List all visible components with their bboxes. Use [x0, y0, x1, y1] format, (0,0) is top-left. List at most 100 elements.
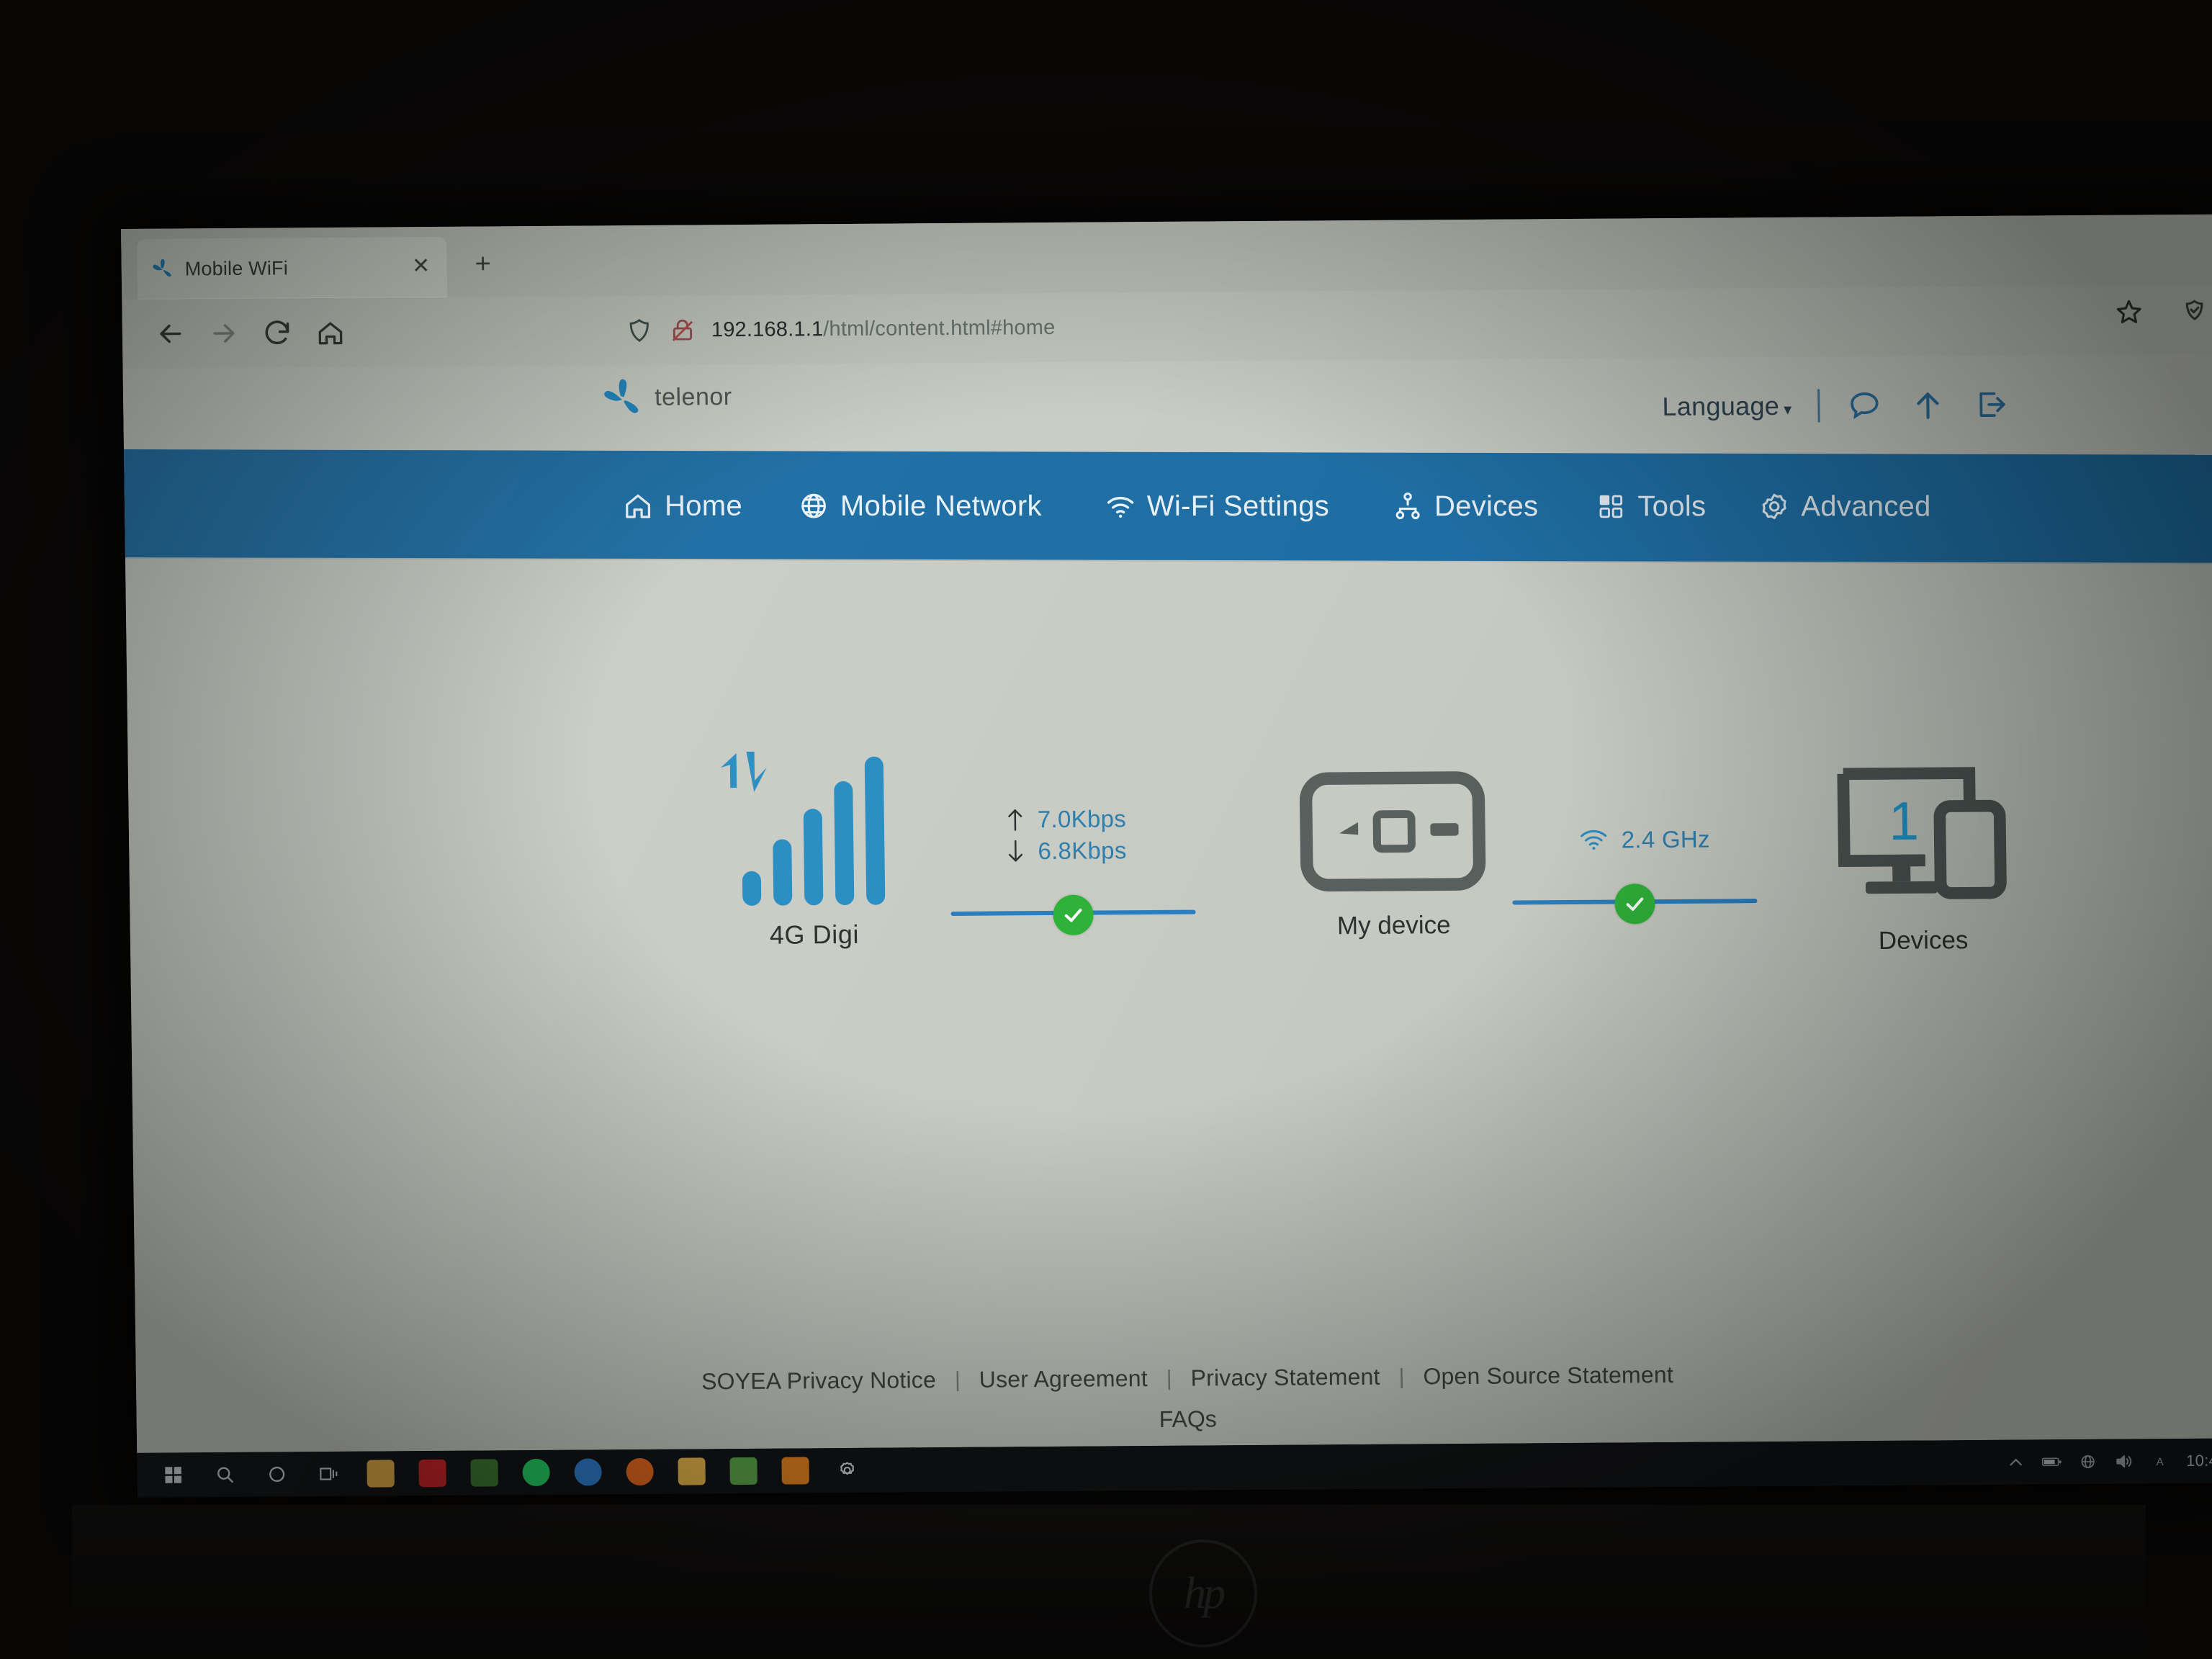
wifi-icon — [1107, 497, 1134, 518]
logout-icon[interactable] — [1972, 386, 2010, 423]
my-device-widget: My device — [1273, 770, 1513, 941]
taskbar-app[interactable] — [458, 1451, 511, 1494]
url-host: 192.168.1.1 — [711, 317, 824, 341]
taskbar-app[interactable] — [613, 1450, 666, 1493]
battery-icon[interactable] — [2042, 1452, 2062, 1472]
taskbar-app[interactable] — [665, 1449, 718, 1493]
insecure-lock-icon — [672, 319, 693, 341]
footer-link-open-source-statement[interactable]: Open Source Statement — [1404, 1362, 1692, 1390]
chevron-up-icon[interactable] — [2006, 1452, 2026, 1473]
my-device-label: My device — [1336, 911, 1451, 940]
connection-line — [950, 894, 1196, 935]
home-icon[interactable] — [303, 306, 357, 360]
chevron-down-icon: ▾ — [1783, 400, 1792, 418]
search-icon[interactable] — [199, 1453, 251, 1496]
sms-message-icon[interactable] — [1845, 387, 1884, 424]
taskbar-app[interactable] — [717, 1449, 770, 1493]
green-check-icon — [1614, 884, 1655, 925]
hp-logo: hp — [1149, 1539, 1257, 1647]
footer-link-privacy-statement[interactable]: Privacy Statement — [1172, 1364, 1399, 1392]
device-count: 1 — [1889, 791, 1920, 851]
input-method-icon[interactable]: A — [2150, 1451, 2170, 1471]
network-tree-icon — [1395, 492, 1420, 520]
laptop-bottom-bezel — [72, 1505, 2146, 1659]
star-icon[interactable] — [2112, 295, 2146, 328]
up-down-data-arrows-icon — [720, 751, 767, 792]
nav-item-mobile-network[interactable]: Mobile Network — [797, 490, 1042, 523]
house-icon — [626, 494, 651, 518]
signal-bar — [742, 871, 762, 906]
language-selector[interactable]: Language ▾ — [1662, 391, 1791, 422]
taskbar-app[interactable] — [562, 1450, 614, 1493]
upload-speed-value: 7.0Kbps — [1037, 805, 1127, 833]
nav-item-advanced[interactable]: Advanced — [1758, 490, 1931, 523]
back-arrow-icon[interactable] — [143, 307, 197, 361]
reload-icon[interactable] — [250, 306, 304, 360]
taskbar-app[interactable] — [821, 1449, 873, 1492]
divider — [1817, 389, 1820, 423]
nav-item-home[interactable]: Home — [621, 490, 742, 523]
globe-icon — [801, 493, 826, 518]
wifi-icon — [1581, 830, 1607, 850]
nav-label: Home — [664, 490, 743, 522]
extension-shield-icon[interactable] — [2178, 296, 2211, 328]
footer-link-soyea-privacy-notice[interactable]: SOYEA Privacy Notice — [683, 1367, 955, 1395]
connected-devices-widget[interactable]: 1 Devices — [1791, 760, 2054, 956]
taskbar-clock[interactable]: 10:46 — [2186, 1452, 2212, 1470]
close-icon[interactable]: ✕ — [408, 254, 433, 280]
nav-item-tools[interactable]: Tools — [1594, 490, 1706, 523]
taskbar-app[interactable] — [406, 1452, 459, 1495]
gear-icon — [1762, 493, 1786, 520]
home-dashboard: 4G Digi 7.0Kbps 6.8Kbps My device 2.4 GH… — [125, 543, 2212, 1205]
nav-item-devices[interactable]: Devices — [1391, 490, 1539, 523]
telenor-logo: telenor — [598, 374, 732, 420]
nav-label: Wi-Fi Settings — [1146, 490, 1330, 522]
wifi-band-value: 2.4 GHz — [1621, 825, 1711, 853]
forward-arrow-icon[interactable] — [197, 307, 251, 361]
download-speed: 6.8Kbps — [1006, 837, 1127, 865]
cortana-circle-icon[interactable] — [251, 1452, 303, 1496]
taskbar-app[interactable] — [510, 1451, 562, 1494]
wifi-band-readout: 2.4 GHz — [1511, 825, 1756, 854]
new-tab-button[interactable]: + — [467, 248, 499, 281]
up-arrow-icon — [1008, 809, 1022, 831]
photo-scene: Mobile WiFi ✕ + 192.168.1.1/html/content… — [0, 0, 2212, 1659]
address-bar[interactable]: 192.168.1.1/html/content.html#home — [611, 297, 2067, 354]
laptop-screen: Mobile WiFi ✕ + 192.168.1.1/html/content… — [121, 214, 2212, 1498]
network-icon[interactable] — [2078, 1452, 2098, 1472]
taskbar-app[interactable] — [354, 1452, 407, 1495]
down-arrow-icon — [1008, 840, 1023, 862]
address-bar-url: 192.168.1.1/html/content.html#home — [711, 315, 1056, 341]
taskbar-app[interactable] — [769, 1449, 822, 1492]
browser-tab-title: Mobile WiFi — [184, 256, 289, 279]
footer-link-faqs[interactable]: FAQs — [137, 1398, 2212, 1439]
wan-link-widget: 7.0Kbps 6.8Kbps — [950, 805, 1196, 935]
footer-link-user-agreement[interactable]: User Agreement — [961, 1365, 1167, 1393]
task-view-icon[interactable] — [302, 1452, 355, 1496]
router-admin-page: telenor Language ▾ Home Mobile Network W… — [121, 354, 2212, 1453]
nav-item-wifi-settings[interactable]: Wi-Fi Settings — [1104, 490, 1329, 523]
brand-bar: telenor Language ▾ — [123, 354, 2212, 449]
shield-icon — [629, 319, 649, 342]
monitor-phone-icon: 1 — [1837, 767, 2007, 899]
download-speed-value: 6.8Kbps — [1038, 837, 1127, 865]
grid-squares-icon — [1599, 495, 1623, 518]
wifi-link-widget: 2.4 GHz — [1511, 825, 1758, 925]
nav-label: Mobile Network — [840, 490, 1042, 522]
signal-bar — [773, 839, 793, 906]
url-path: /html/content.html#home — [823, 315, 1056, 341]
browser-tab[interactable]: Mobile WiFi ✕ — [137, 236, 448, 300]
brand-name: telenor — [654, 382, 732, 411]
system-tray: A 10:46 — [2006, 1439, 2212, 1485]
firmware-update-arrow-icon[interactable] — [1909, 386, 1947, 423]
throughput-readout: 7.0Kbps 6.8Kbps — [950, 805, 1195, 866]
telenor-propeller-icon — [153, 258, 171, 277]
volume-icon[interactable] — [2114, 1451, 2134, 1471]
signal-bar — [864, 756, 886, 905]
nav-label: Tools — [1637, 490, 1707, 522]
header-actions: Language ▾ — [1662, 386, 2010, 426]
footer-links: SOYEA Privacy Notice | User Agreement | … — [136, 1357, 2212, 1398]
upload-speed: 7.0Kbps — [1006, 805, 1127, 833]
windows-start-icon[interactable] — [147, 1453, 199, 1496]
browser-toolbar-right — [2112, 295, 2211, 329]
